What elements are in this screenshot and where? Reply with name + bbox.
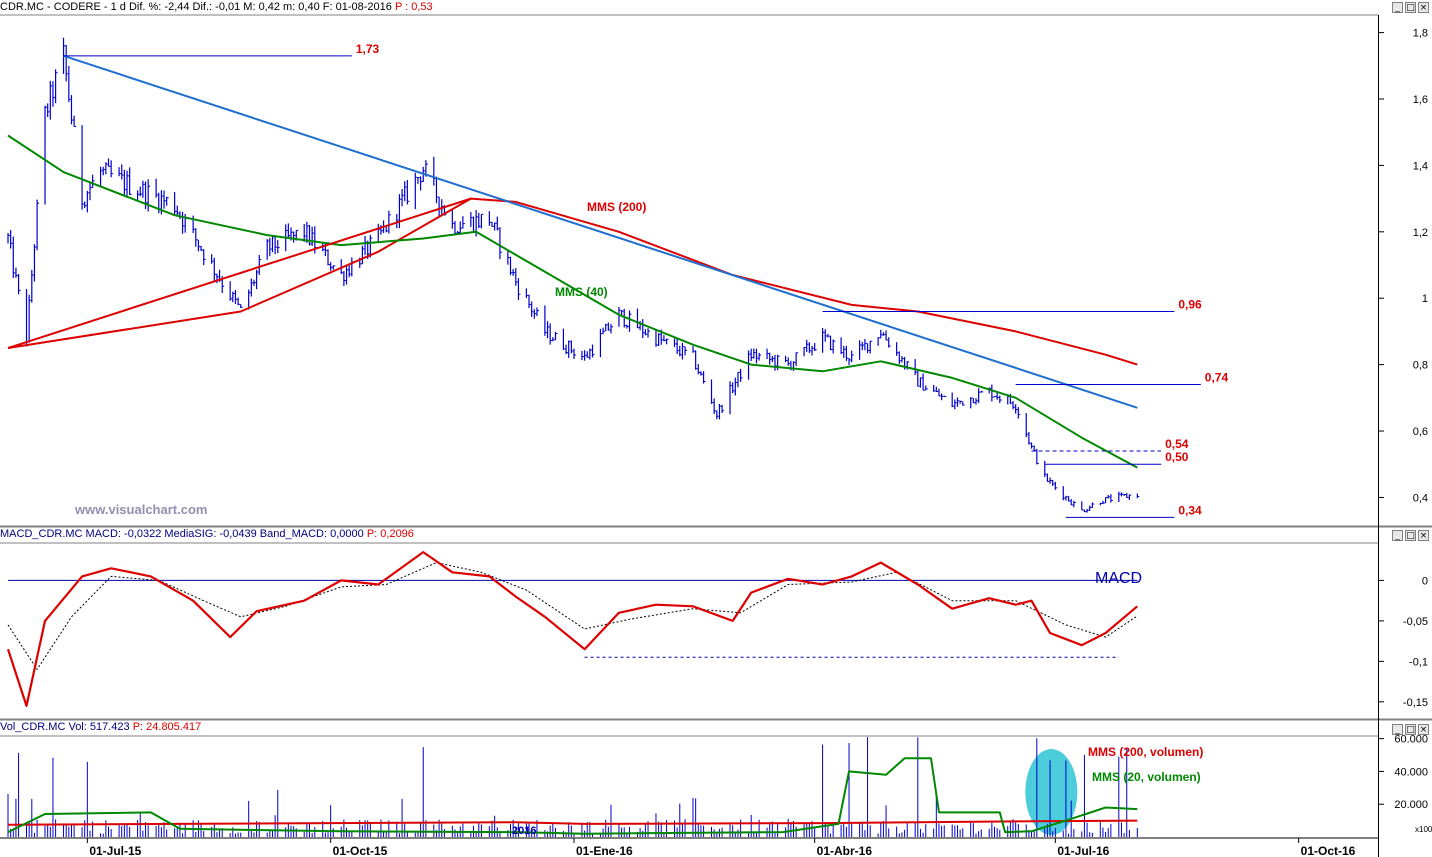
time-axis-labels: 01-Jul-15 01-Oct-15 01-Ene-16 01-Abr-16 01-J… [86, 838, 1356, 857]
price-y-axis: 0,4 0,6 0,8 1 1,2 1,4 1,6 1,8 [1378, 28, 1428, 504]
x-tick-label-5: 01-Oct-16 [1301, 844, 1356, 857]
level-label-0,54: 0,54 [1165, 437, 1189, 451]
mms200-label: MMS (200) [587, 200, 646, 214]
level-label-0,96: 0,96 [1178, 298, 1202, 312]
price-moving-averages [7, 134, 1138, 469]
volume-y-tick-label-0: 20.000 [1394, 799, 1428, 811]
volume-moving-averages [7, 757, 1138, 835]
x-tick-label-3: 01-Abr-16 [817, 844, 873, 857]
macd-y-tick-label-1: -0,05 [1403, 616, 1428, 628]
macd-line [6, 550, 1139, 708]
price-y-tick-label-3: 1 [1422, 293, 1428, 305]
chart-window: CDR.MC - CODERE - 1 d Dif. %: -2,44 Dif.… [0, 0, 1432, 857]
price-trendlines [7, 54, 1138, 409]
watermark: www.visualchart.com [74, 502, 207, 517]
volume-mms200-label: MMS (200, volumen) [1088, 745, 1203, 759]
level-label-1,73: 1,73 [356, 42, 380, 56]
macd-y-tick-label-2: -0,1 [1409, 656, 1428, 668]
mms40-line [7, 134, 1138, 469]
macd-y-tick-label-0: 0 [1422, 575, 1428, 587]
macd-y-axis: 0 -0,05 -0,1 -0,15 [1378, 575, 1428, 709]
uptrend-line [7, 197, 472, 349]
macd-signal-line [7, 562, 1138, 670]
macd-series [6, 550, 1139, 708]
macd-label: MACD [1095, 570, 1142, 587]
volume-year-marker: 2016 [512, 825, 536, 837]
volume-y-tick-label-1: 40.000 [1394, 766, 1428, 778]
x-tick-label-4: 01-Jul-16 [1057, 844, 1109, 857]
price-y-tick-label-6: 1,6 [1413, 94, 1428, 106]
price-y-tick-label-5: 1,4 [1413, 160, 1428, 172]
chart-canvas[interactable]: 0,4 0,6 0,8 1 1,2 1,4 1,6 1,8 0 -0,05 -0,1 -0,15 2… [0, 0, 1432, 857]
price-y-tick-label-1: 0,6 [1413, 426, 1428, 438]
level-label-0,34: 0,34 [1178, 503, 1202, 517]
volume-mms20-label: MMS (20, volumen) [1092, 770, 1201, 784]
price-y-tick-label-7: 1,8 [1413, 28, 1428, 40]
price-y-tick-label-0: 0,4 [1413, 492, 1428, 504]
macd-y-tick-label-3: -0,15 [1403, 697, 1428, 709]
volume-scale-note: x100 [1415, 825, 1432, 834]
price-y-tick-label-4: 1,2 [1413, 227, 1428, 239]
x-tick-label-1: 01-Oct-15 [333, 844, 388, 857]
x-tick-label-0: 01-Jul-15 [89, 844, 141, 857]
volume-y-axis: 20.000 40.000 60.000 [1378, 734, 1428, 811]
mms40-label: MMS (40) [555, 285, 608, 299]
level-label-0,74: 0,74 [1205, 371, 1229, 385]
level-label-0,50: 0,50 [1165, 450, 1189, 464]
volume-y-tick-label-2: 60.000 [1394, 734, 1428, 746]
price-y-tick-label-2: 0,8 [1413, 360, 1428, 372]
price-ohlc-bars [7, 37, 1140, 513]
x-tick-label-2: 01-Ene-16 [576, 844, 633, 857]
volume-mms200-line [7, 819, 1138, 826]
